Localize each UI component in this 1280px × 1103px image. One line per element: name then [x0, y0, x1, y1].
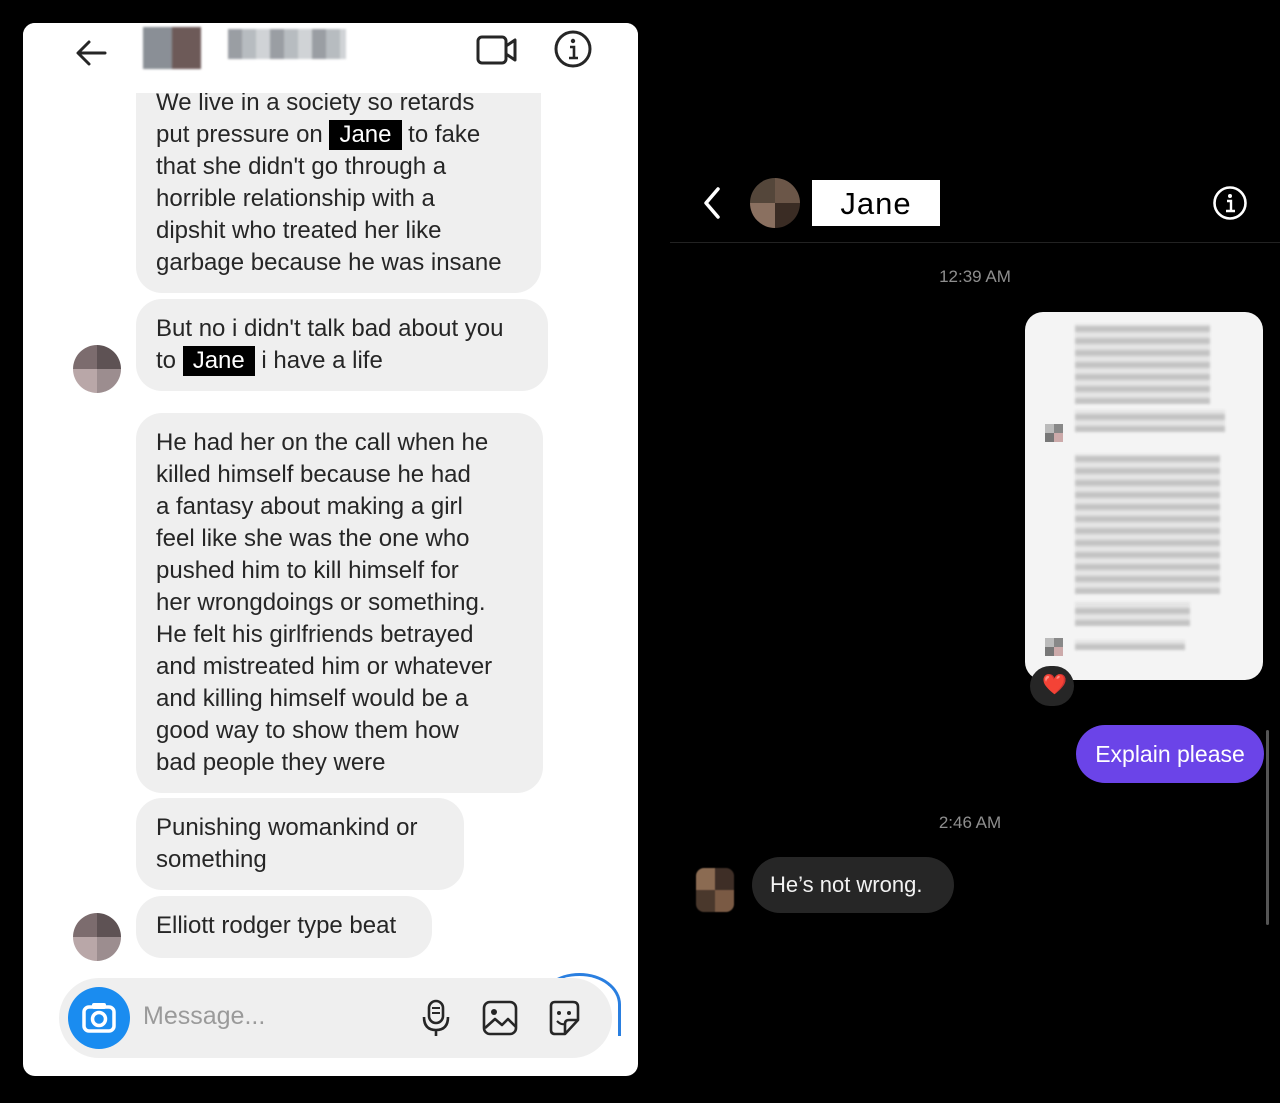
chevron-left-icon[interactable] [698, 185, 728, 221]
blurred-avatar [1045, 424, 1063, 442]
message-text: put pressure on [156, 121, 323, 148]
timestamp: 2:46 AM [938, 813, 1002, 832]
arrow-left-icon[interactable] [71, 33, 111, 73]
message-line: pushed him to kill himself for [156, 557, 459, 584]
microphone-icon[interactable] [417, 998, 455, 1038]
camera-button[interactable] [68, 987, 130, 1049]
blurred-text [1075, 410, 1225, 432]
sticker-icon[interactable] [545, 998, 583, 1038]
message-line: and mistreated him or whatever [156, 653, 493, 680]
heart-icon: ❤️ [1042, 674, 1067, 696]
message-line: a fantasy about making a girl [156, 493, 463, 520]
redacted-name: Jane [329, 120, 402, 150]
message-bubble: But no i didn't talk bad about you to Ja… [136, 299, 548, 391]
reaction-badge[interactable]: ❤️ [1030, 666, 1074, 706]
blurred-avatar [1045, 638, 1063, 656]
message-line: killed himself because he had [156, 461, 471, 488]
message-line: But no i didn't talk bad about you [156, 315, 504, 342]
redacted-name: Jane [182, 346, 255, 376]
message-line: to Jane i have a life [156, 345, 528, 377]
sender-avatar [73, 913, 121, 961]
left-chat-screenshot: We live in a society so retards put pres… [23, 23, 638, 1076]
received-message-bubble: He’s not wrong. [752, 857, 954, 913]
message-bubble: Punishing womankind or something [136, 798, 464, 890]
message-text: to [156, 347, 177, 374]
blurred-text [1075, 454, 1220, 594]
blurred-text [1075, 324, 1210, 404]
message-text: i have a life [261, 347, 383, 374]
message-bubble: He had her on the call when he killed hi… [136, 413, 543, 793]
info-icon[interactable] [553, 29, 593, 69]
sender-avatar [696, 868, 734, 912]
message-text: to fake [408, 121, 481, 148]
blurred-text [1075, 640, 1185, 650]
message-line: Elliott rodger type beat [156, 912, 397, 939]
timestamp: 12:39 AM [939, 267, 1011, 286]
message-input[interactable]: Message... [143, 1002, 265, 1031]
header-divider [670, 242, 1280, 243]
sent-message-bubble: Explain please [1076, 725, 1264, 783]
message-line: He had her on the call when he [156, 429, 489, 456]
info-icon[interactable] [1212, 185, 1248, 221]
message-line: He felt his girlfriends betrayed [156, 621, 474, 648]
contact-name[interactable]: Jane [812, 180, 940, 226]
message-line: dipshit who treated her like [156, 217, 442, 244]
message-line: horrible relationship with a [156, 185, 435, 212]
message-line: feel like she was the one who [156, 525, 470, 552]
message-line: her wrongdoings or something. [156, 589, 486, 616]
message-line: something [156, 846, 267, 873]
message-line: that she didn't go through a [156, 153, 447, 180]
blurred-text [1075, 602, 1190, 626]
message-line: garbage because he was insane [156, 249, 502, 276]
message-line: put pressure on Jane to fake [156, 119, 521, 151]
right-chat-screenshot: Jane 12:39 AM ❤️ Explain please 2:46 AM … [670, 170, 1280, 950]
image-icon[interactable] [481, 998, 519, 1038]
chat-header [23, 23, 638, 93]
message-line: Punishing womankind or [156, 814, 418, 841]
video-call-icon[interactable] [476, 33, 518, 67]
camera-icon [82, 1003, 116, 1033]
message-composer: Message... [59, 978, 612, 1058]
scrollbar[interactable] [1266, 730, 1269, 925]
message-bubble: Elliott rodger type beat [136, 896, 432, 958]
message-line: good way to show them how [156, 717, 459, 744]
sender-avatar [73, 345, 121, 393]
message-line: bad people they were [156, 749, 386, 776]
avatar[interactable] [750, 178, 800, 228]
message-bubble: We live in a society so retards put pres… [136, 83, 541, 293]
message-line: and killing himself would be a [156, 685, 469, 712]
shared-screenshot-message[interactable] [1025, 312, 1263, 680]
pixelated-avatar [143, 27, 201, 69]
pixelated-username [228, 29, 346, 59]
